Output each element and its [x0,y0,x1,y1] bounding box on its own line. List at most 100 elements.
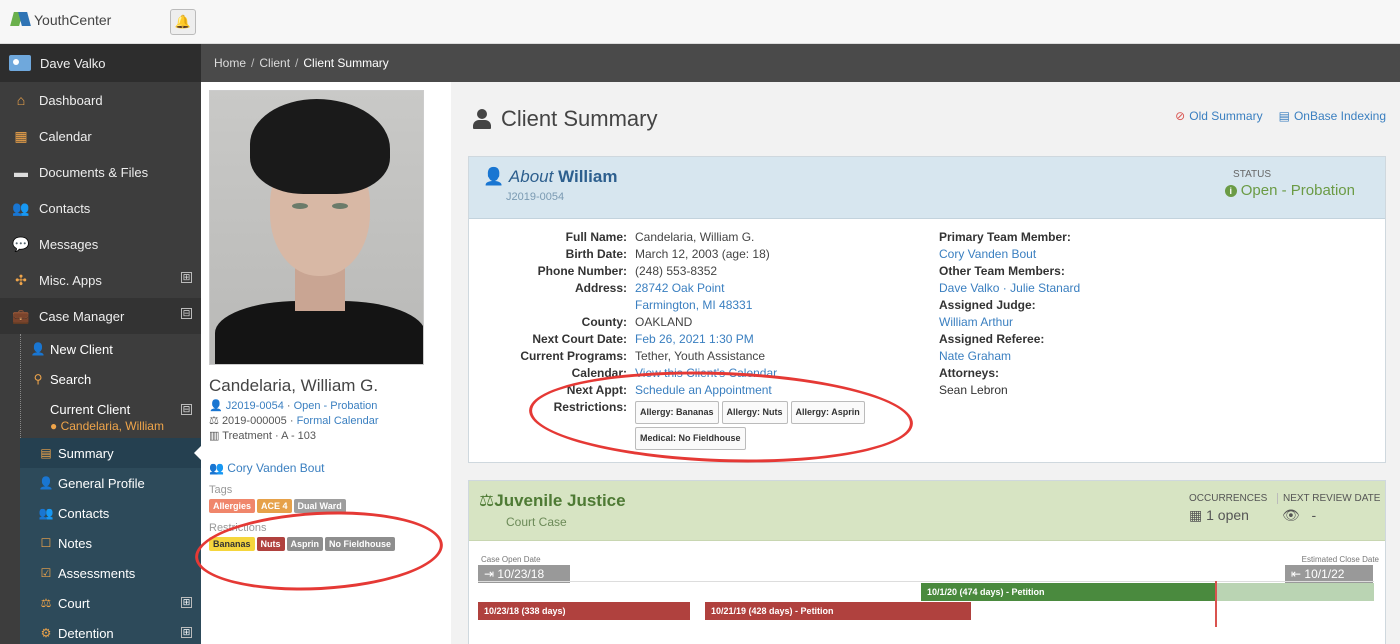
phone-value: (248) 553-8352 [635,264,718,278]
info-icon: i [1224,184,1237,197]
calendar-icon: ▦ [1189,507,1203,523]
expand-icon[interactable]: ⊞ [181,597,192,608]
folder-icon: ▬ [14,164,28,180]
sidebar-current-client[interactable]: Current Client ● Candelaria, William ⊟ [22,394,201,438]
scales-icon: ⚖ [40,596,52,610]
address-link[interactable]: 28742 Oak Point Farmington, MI 48331 [635,280,752,314]
breadcrumb-home[interactable]: Home [214,56,246,70]
sidebar-item-client-contacts[interactable]: 👥 Contacts [20,498,201,528]
tags-list: Allergies ACE 4 Dual Ward [209,499,348,513]
timeline-bar-petition-2020[interactable]: 10/1/20 (474 days) - Petition [921,583,1215,601]
collapse-icon[interactable]: ⊟ [181,308,192,319]
client-photo [209,90,424,365]
about-header: 👤 About William J2019-0054 STATUS i Open … [469,157,1385,219]
sidebar-item-misc-apps[interactable]: ✣ Misc. Apps ⊞ [0,262,201,298]
sidebar-item-notes[interactable]: ☐ Notes [20,528,201,558]
status-label: STATUS [1233,169,1271,180]
active-indicator [194,446,201,460]
breadcrumb-current: Client Summary [303,56,389,70]
sidebar-item-general-profile[interactable]: 👤 General Profile [20,468,201,498]
eye-icon[interactable]: 👁 [1282,507,1300,523]
user-icon: 👤 [483,167,505,186]
onbase-indexing-link[interactable]: ▤ OnBase Indexing [1279,109,1386,123]
attorneys-value: Sean Lebron [939,383,1008,397]
old-summary-link[interactable]: ⊘ Old Summary [1175,109,1262,123]
search-icon: ⚲ [33,372,43,386]
note-icon: ☐ [40,536,52,550]
id-card-icon: ▤ [40,446,52,460]
other-team-members-link[interactable]: Dave Valko · Julie Stanard [939,280,1080,297]
sidebar-item-detention[interactable]: ⚙ Detention ⊞ [20,618,201,644]
primary-team-member-link[interactable]: Cory Vanden Bout [939,246,1080,263]
messages-icon: 💬 [12,235,30,252]
about-case-id: J2019-0054 [506,191,565,203]
users-icon: 👥 [12,199,30,216]
timeline-bar-projected [1215,583,1374,601]
client-court-line: ⚖ 2019-000005 · Formal Calendar [209,415,379,427]
client-calendar-link[interactable]: View this Client's Calendar [635,365,777,382]
sidebar-user[interactable]: Dave Valko [0,44,201,82]
bell-icon: 🔔 [174,14,192,29]
case-manager-submenu: 👤 New Client ⚲ Search Current Client ● Can… [0,334,201,438]
sidebar-item-new-client[interactable]: 👤 New Client [22,334,201,364]
expand-icon[interactable]: ⊞ [181,272,192,283]
sidebar-item-messages[interactable]: 💬 Messages [0,226,201,262]
assigned-referee-link[interactable]: Nate Graham [939,348,1080,365]
timeline-bar-petition-2019[interactable]: 10/21/19 (428 days) - Petition [705,602,971,620]
sidebar-item-search[interactable]: ⚲ Search [22,364,201,394]
sidebar-item-calendar[interactable]: ▦ Calendar [0,118,201,154]
county-value: OAKLAND [635,315,693,329]
sign-out-icon: ⇤ [1291,567,1302,581]
sidebar-item-documents[interactable]: ▬ Documents & Files [0,154,201,190]
user-name: Dave Valko [40,55,106,71]
calendar-icon: ▦ [14,127,28,144]
birth-date-value: March 12, 2003 (age: 18) [635,247,770,261]
restriction-asprin: Asprin [286,537,324,551]
estimated-close-label: Estimated Close Date [1301,555,1379,564]
restriction-nuts: Nuts [256,537,285,551]
client-name: Candelaria, William G. [209,376,379,395]
briefcase-icon: 💼 [12,307,30,324]
tag-ace-4: ACE 4 [257,499,292,513]
sidebar-item-assessments[interactable]: ☑ Assessments [20,558,201,588]
restrictions-label: Restrictions [209,522,267,534]
court-case-label: Court Case [506,515,567,529]
restriction-no-fieldhouse: No Fieldhouse [325,537,396,551]
assigned-judge-link[interactable]: William Arthur [939,314,1080,331]
sidebar-item-case-manager[interactable]: 💼 Case Manager ⊟ [0,298,201,334]
top-bar: YouthCenter 🔔 [0,0,1400,44]
restriction-tag: Medical: No Fieldhouse [635,427,746,450]
checkbox-icon: ☑ [40,566,52,580]
collapse-icon[interactable]: ⊟ [181,404,192,415]
restriction-tag: Allergy: Bananas [635,401,719,424]
formal-calendar-link[interactable]: Formal Calendar [297,415,379,427]
breadcrumb-client[interactable]: Client [259,56,290,70]
occurrences-label: OCCURRENCES [1189,493,1268,504]
about-panel: 👤 About William J2019-0054 STATUS i Open … [468,156,1386,463]
app-logo[interactable]: YouthCenter [12,12,111,28]
next-review-label: NEXT REVIEW DATE [1277,493,1380,504]
next-court-date-link[interactable]: Feb 26, 2021 1:30 PM [635,331,754,348]
restriction-tag: Allergy: Asprin [790,401,865,424]
notifications-button[interactable]: 🔔 [170,9,196,35]
old-summary-icon: ⊘ [1175,109,1186,123]
case-open-label: Case Open Date [481,555,541,564]
sidebar-item-summary[interactable]: ▤ Summary [20,438,201,468]
tag-dual-ward: Dual Ward [293,499,346,513]
sidebar-item-contacts[interactable]: 👥 Contacts [0,190,201,226]
users-icon: 👥 [209,461,224,475]
tag-allergies: Allergies [209,499,256,513]
sidebar-item-dashboard[interactable]: ⌂ Dashboard [0,82,201,118]
expand-icon[interactable]: ⊞ [181,627,192,638]
restriction-tags: Allergy: Bananas Allergy: Nuts Allergy: … [635,401,895,453]
current-client-name: ● Candelaria, William [50,419,164,433]
user-icon: 👤 [38,476,54,490]
schedule-appointment-link[interactable]: Schedule an Appointment [635,382,772,399]
occurrences-value: ▦ 1 open [1189,507,1249,523]
sidebar-item-court[interactable]: ⚖ Court ⊞ [20,588,201,618]
home-icon: ⌂ [16,92,26,108]
next-review-value: 👁 - [1282,507,1317,523]
user-icon: 👤 [209,400,223,412]
main-content: Client Summary ⊘ Old Summary ▤ OnBase Inde… [451,82,1400,644]
timeline-bar-2018[interactable]: 10/23/18 (338 days) [478,602,690,620]
